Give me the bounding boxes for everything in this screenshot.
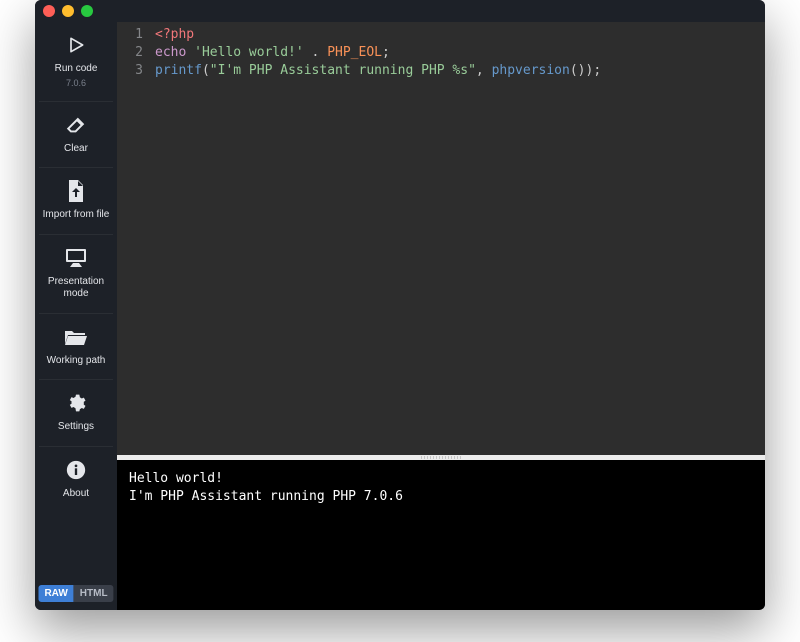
file-import-icon <box>67 178 85 204</box>
pane-splitter[interactable] <box>117 455 765 460</box>
line-number: 2 <box>117 44 143 62</box>
import-label: Import from file <box>43 209 110 222</box>
titlebar <box>35 0 765 22</box>
play-icon <box>66 32 86 58</box>
run-code-label: Run code <box>55 63 98 76</box>
working-path-button[interactable]: Working path <box>35 314 117 380</box>
presentation-icon <box>65 245 87 271</box>
code-content[interactable]: <?phpecho 'Hello world!' . PHP_EOL;print… <box>151 22 765 455</box>
sidebar: Run code 7.0.6 Clear Import from file <box>35 22 117 610</box>
import-button[interactable]: Import from file <box>35 168 117 234</box>
presentation-button[interactable]: Presentation mode <box>35 235 117 313</box>
output-mode-toggle: RAW HTML <box>38 585 113 602</box>
line-number: 1 <box>117 26 143 44</box>
eraser-icon <box>65 112 87 138</box>
about-label: About <box>63 488 89 501</box>
line-number-gutter: 123 <box>117 22 151 455</box>
clear-button[interactable]: Clear <box>35 102 117 168</box>
php-version-label: 7.0.6 <box>66 78 86 89</box>
close-button[interactable] <box>43 5 55 17</box>
about-button[interactable]: About <box>35 447 117 513</box>
working-path-label: Working path <box>47 355 106 368</box>
presentation-label: Presentation mode <box>37 276 115 301</box>
settings-button[interactable]: Settings <box>35 380 117 446</box>
maximize-button[interactable] <box>81 5 93 17</box>
line-number: 3 <box>117 62 143 80</box>
clear-label: Clear <box>64 143 88 156</box>
code-editor[interactable]: 123 <?phpecho 'Hello world!' . PHP_EOL;p… <box>117 22 765 455</box>
info-icon <box>66 457 86 483</box>
raw-toggle[interactable]: RAW <box>38 585 73 602</box>
run-code-button[interactable]: Run code 7.0.6 <box>35 22 117 101</box>
settings-label: Settings <box>58 421 94 434</box>
gear-icon <box>66 390 86 416</box>
html-toggle[interactable]: HTML <box>74 585 114 602</box>
folder-icon <box>64 324 88 350</box>
minimize-button[interactable] <box>62 5 74 17</box>
app-window: Run code 7.0.6 Clear Import from file <box>35 0 765 610</box>
output-pane: Hello world! I'm PHP Assistant running P… <box>117 460 765 610</box>
